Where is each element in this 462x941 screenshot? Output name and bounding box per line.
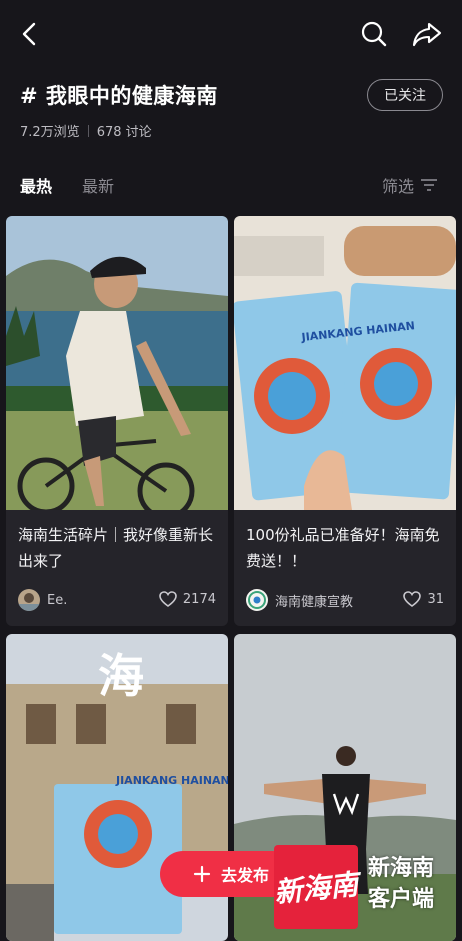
filter-button[interactable]: 筛选 [382,173,438,197]
like-count: 2174 [182,591,216,607]
watermark-text: 新海南 客户端 [368,853,434,915]
top-bar [0,0,462,70]
watermark-line-2: 客户端 [368,887,435,912]
view-count: 7.2万浏览 [20,125,80,140]
tab-latest[interactable]: 最新 [82,173,114,197]
author-name: Ee. [47,592,68,608]
avatar [246,589,268,611]
plus-icon [193,865,211,883]
post-author[interactable]: Ee. [18,589,67,611]
search-icon [361,21,387,47]
topic-stats: 7.2万浏览 678 讨论 [20,121,152,140]
back-button[interactable] [14,18,46,50]
like-button[interactable]: 2174 [159,591,216,607]
shop-sign-glyph: 海 [98,649,144,703]
tab-hot[interactable]: 最热 [20,173,52,197]
post-title: 海南生活碎片｜我好像重新长出来了 [18,526,214,570]
search-button[interactable] [358,18,390,50]
follow-button[interactable]: 已关注 [367,79,443,111]
back-arrow-icon [22,22,36,46]
post-card[interactable]: JIANKANG HAINAN 100份礼品已准备好！海南免费送！！ 海南健康宣… [234,216,456,626]
watermark-line-1: 新海南 [368,856,435,881]
post-author[interactable]: 海南健康宣教 [246,589,353,611]
post-title: 100份礼品已准备好！海南免费送！！ [246,526,440,570]
sort-tabs: 最热 最新 [20,173,114,197]
post-image-cyclist [6,216,228,510]
post-image-badge-gift: JIANKANG HAINAN [234,216,456,510]
like-count: 31 [427,591,444,607]
avatar [18,589,40,611]
post-card[interactable]: 海南生活碎片｜我好像重新长出来了 Ee. 2174 [6,216,228,626]
share-button[interactable] [410,18,444,50]
brand-logo: 新海南 [272,845,360,929]
like-button[interactable]: 31 [403,591,444,607]
filter-icon [421,179,438,191]
poster-lettering: JIANKANG HAINAN [115,774,228,787]
topic-title: # 我眼中的健康海南 [20,84,218,108]
heart-icon [403,591,422,607]
author-name: 海南健康宣教 [275,594,354,610]
stats-divider [87,124,89,137]
logo-lettering: 新海南 [272,867,360,910]
publish-label: 去发布 [220,866,269,885]
heart-icon [159,591,177,607]
discussion-count: 678 讨论 [96,125,152,140]
filter-label: 筛选 [382,177,415,196]
share-icon [412,22,442,47]
